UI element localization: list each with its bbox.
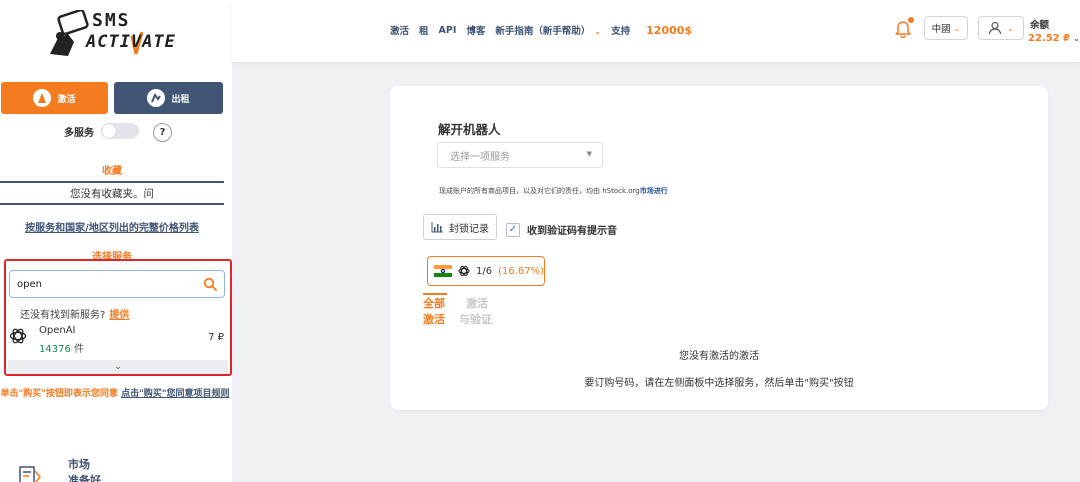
help-question-icon[interactable]: ? <box>153 123 172 142</box>
guide-chevron-down-icon: ⌄ <box>594 27 602 36</box>
empty-activations-description: 要订购号码，请在左侧面板中选择服务，然后单击"购买"按钮 <box>584 378 854 389</box>
balance-label: 余额 <box>1030 20 1050 31</box>
caret-down-icon: ▼ <box>586 150 592 158</box>
favorites-empty-text: 您没有收藏夹。问 <box>70 188 154 200</box>
service-select[interactable]: 选择一项服务 ▼ <box>437 142 603 168</box>
disclaimer-text: 现成账户的所有商品项目，以及对它们的责任，均由 hStock.org <box>439 187 640 195</box>
bar-chart-icon <box>431 221 443 232</box>
sms-activate-logo[interactable]: SMS ACTIVATE <box>46 10 180 62</box>
notification-dot <box>908 17 914 23</box>
empty-activations-title: 您没有激活的激活 <box>679 351 759 362</box>
rent-mode-label: 出租 <box>171 94 190 105</box>
nav-item-api[interactable]: API <box>439 25 457 36</box>
price-list-link[interactable]: 按服务和国家/地区列出的完整价格列表 <box>0 219 224 234</box>
nav-item-rent[interactable]: 租 <box>419 23 429 37</box>
multi-service-row: 多服务 <box>64 123 139 139</box>
agreement-prefix: 单击"购买"按钮即表示您同意 <box>0 389 118 399</box>
language-value: 中國 <box>931 24 951 35</box>
user-icon <box>989 21 1002 35</box>
rent-mode-icon <box>147 89 166 107</box>
sound-alert-row: ✓ 收到验证码有提示音 <box>506 222 617 237</box>
activate-mode-label: 激活 <box>57 94 76 105</box>
sound-alert-label: 收到验证码有提示音 <box>527 226 617 237</box>
rent-mode-button[interactable]: 出租 <box>114 82 223 114</box>
nav-item-blog[interactable]: 博客 <box>466 23 485 37</box>
main-nav: 激活 租 API 博客 新手指南（新手帮助） ⌄ 支持 12000$ <box>390 23 692 38</box>
blocklog-label: 封锁记录 <box>449 223 489 235</box>
multi-service-label: 多服务 <box>64 127 94 139</box>
nav-item-support[interactable]: 支持 <box>611 23 630 37</box>
favorites-divider-top <box>0 181 224 183</box>
guide-label: 新手指南（新手帮助） <box>495 26 591 37</box>
market-icon <box>19 466 41 482</box>
balance-chevron-down-icon: ⌄ <box>1073 34 1080 43</box>
favorites-title: 收藏 <box>102 166 122 177</box>
favorites-divider-bottom <box>0 203 224 205</box>
language-chevron-down-icon: ⌄ <box>953 23 961 33</box>
market-disclaimer: 现成账户的所有商品项目，以及对它们的责任，均由 hStock.org市场进行 <box>439 186 668 196</box>
user-menu-button[interactable]: ⌄ <box>978 16 1024 40</box>
tab-verify-line2: 与验证 <box>459 313 492 326</box>
tab-all-line2: 激活 <box>423 313 445 326</box>
agreement-text: 单击"购买"按钮即表示您同意 点击"购买"您同意项目规则 <box>0 388 230 401</box>
stat-percent: (16.67%) <box>498 265 544 277</box>
user-chevron-down-icon: ⌄ <box>1007 23 1014 33</box>
multi-service-toggle[interactable] <box>101 123 139 139</box>
activate-mode-icon <box>33 89 52 107</box>
country-stat-badge[interactable]: 1/6 (16.67%) <box>427 256 545 286</box>
nav-balance-promo[interactable]: 12000$ <box>646 24 692 37</box>
tab-all-line1: 全部 <box>423 297 445 310</box>
sidebar: SMS ACTIVATE 激活 出租 多服务 ? 收藏 您没有收藏夹。问 按服务… <box>0 0 232 482</box>
balance-value: 22.52 ₽ <box>1028 33 1071 44</box>
stat-count: 1/6 <box>475 265 493 277</box>
top-header: 激活 租 API 博客 新手指南（新手帮助） ⌄ 支持 12000$ 中國 ⌄ ⌄… <box>232 0 1080 62</box>
tab-verify-line1: 激活 <box>466 297 488 310</box>
india-flag-icon <box>434 265 452 277</box>
balance-value-button[interactable]: 22.52 ₽ ⌄ <box>1028 33 1080 44</box>
blocklog-button[interactable]: 封锁记录 <box>423 214 497 240</box>
sound-alert-checkbox[interactable]: ✓ <box>506 222 520 237</box>
activation-card: 解开机器人 选择一项服务 ▼ 现成账户的所有商品项目，以及对它们的责任，均由 h… <box>390 86 1048 410</box>
tab-activation-verification[interactable]: 激活 与验证 <box>459 296 492 328</box>
tab-all-activations[interactable]: 全部 激活 <box>423 293 447 328</box>
nav-item-activate[interactable]: 激活 <box>390 23 409 37</box>
language-select[interactable]: 中國 ⌄ <box>924 16 968 40</box>
search-highlight-box <box>4 259 232 376</box>
nav-item-guide[interactable]: 新手指南（新手帮助） ⌄ <box>495 23 601 37</box>
logo-text-activate: ACTIVATE <box>86 32 176 52</box>
service-select-placeholder: 选择一项服务 <box>450 151 510 163</box>
market-label: 市场 <box>68 458 90 471</box>
market-sublabel: 准备好 <box>68 474 101 482</box>
openai-small-icon <box>458 265 470 277</box>
market-link-text[interactable]: 市场进行 <box>640 187 668 195</box>
activate-mode-button[interactable]: 激活 <box>1 82 108 114</box>
card-title: 解开机器人 <box>438 122 501 137</box>
project-rules-link[interactable]: 点击"购买"您同意项目规则 <box>121 389 229 399</box>
market-link[interactable]: 市场 准备好 <box>18 455 218 482</box>
logo-text-sms: SMS <box>92 10 131 31</box>
